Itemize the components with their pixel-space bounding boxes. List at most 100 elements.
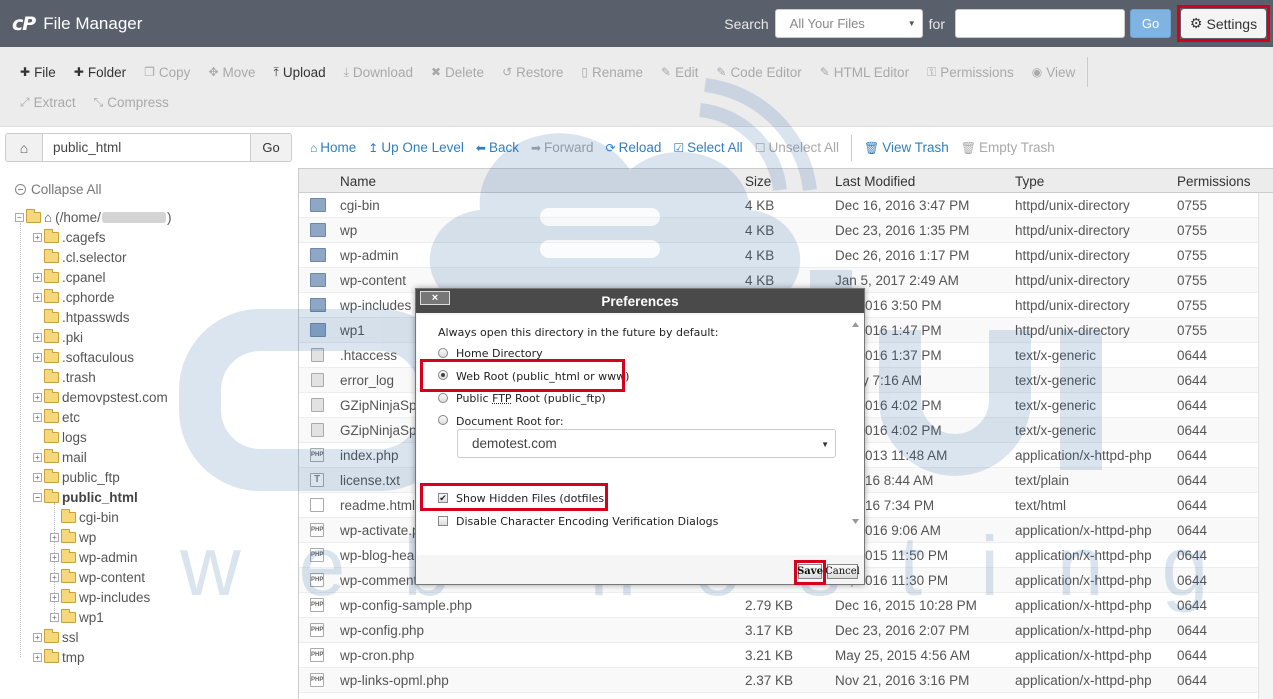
- expand-icon[interactable]: +: [33, 472, 42, 482]
- copy-button[interactable]: ❐ Copy: [144, 65, 190, 80]
- nav-home[interactable]: ⌂ Home: [310, 140, 356, 155]
- radio-public-ftp-root[interactable]: [438, 393, 448, 403]
- html-editor-button[interactable]: ✎ HTML Editor: [820, 65, 909, 80]
- rename-button[interactable]: ▯ Rename: [581, 65, 643, 80]
- table-row[interactable]: wp-admin 4 KB Dec 26, 2016 1:17 PM httpd/un…: [299, 243, 1259, 268]
- tree-item[interactable]: + wp: [50, 527, 96, 547]
- tree-item[interactable]: + public_ftp: [33, 467, 120, 487]
- code-editor-button[interactable]: ✎ Code Editor: [716, 65, 801, 80]
- tree-item[interactable]: + .cagefs: [33, 227, 106, 247]
- save-button[interactable]: Save: [797, 564, 823, 579]
- tree-item[interactable]: logs: [33, 427, 87, 447]
- tree-item[interactable]: + mail: [33, 447, 87, 467]
- web-root-highlight: [420, 359, 625, 392]
- expand-icon[interactable]: +: [33, 452, 42, 462]
- new-file-button[interactable]: ✚ File: [20, 65, 56, 80]
- table-row[interactable]: PHP wp-cron.php 3.21 KB May 25, 2015 4:56 A…: [299, 643, 1259, 668]
- column-header-name[interactable]: Name: [340, 174, 376, 189]
- tree-item[interactable]: .htpasswds: [33, 307, 130, 327]
- dialog-scrollbar[interactable]: [849, 317, 862, 529]
- search-scope-select[interactable]: All Your Files ▼: [774, 9, 923, 38]
- expand-icon[interactable]: +: [33, 632, 42, 642]
- nav-select-all[interactable]: ☑ Select All: [673, 140, 742, 155]
- column-header-type[interactable]: Type: [1015, 174, 1044, 189]
- nav-reload[interactable]: ⟳ Reload: [606, 140, 662, 155]
- table-row[interactable]: cgi-bin 4 KB Dec 16, 2016 3:47 PM httpd/uni…: [299, 193, 1259, 218]
- disable-encoding-checkbox[interactable]: [438, 516, 448, 526]
- nav-unselect-all[interactable]: ☐ Unselect All: [755, 140, 839, 155]
- column-header-permissions[interactable]: Permissions: [1177, 174, 1251, 189]
- tree-item[interactable]: + tmp: [33, 647, 85, 667]
- expand-icon[interactable]: +: [33, 232, 42, 242]
- upload-button[interactable]: ⤒ Upload: [274, 65, 326, 80]
- collapse-icon[interactable]: −: [15, 212, 24, 222]
- tree-item[interactable]: + .softaculous: [33, 347, 134, 367]
- path-input[interactable]: public_html: [43, 133, 251, 162]
- delete-button[interactable]: ✖ Delete: [431, 65, 484, 80]
- radio-home-directory[interactable]: [438, 348, 448, 358]
- table-row[interactable]: PHP wp-links-opml.php 2.37 KB Nov 21, 2016 …: [299, 668, 1259, 693]
- extract-button[interactable]: ⤢ Extract: [20, 95, 76, 110]
- tree-item[interactable]: + ssl: [33, 627, 79, 647]
- tree-item[interactable]: .cl.selector: [33, 247, 127, 267]
- tree-item[interactable]: + demovpstest.com: [33, 387, 168, 407]
- home-directory-button[interactable]: ⌂: [5, 133, 43, 162]
- column-header-size[interactable]: Size: [745, 174, 771, 189]
- table-row[interactable]: PHP wp-config-sample.php 2.79 KB Dec 16, 20…: [299, 593, 1259, 618]
- radio-document-root[interactable]: [438, 415, 448, 425]
- nav-forward[interactable]: ➡ Forward: [531, 140, 594, 155]
- folder-icon: [61, 588, 76, 603]
- tree-item[interactable]: + .cphorde: [33, 287, 115, 307]
- move-button[interactable]: ✥ Move: [208, 65, 255, 80]
- path-go-button[interactable]: Go: [251, 133, 292, 162]
- table-scrollbar[interactable]: [1258, 193, 1273, 699]
- download-button[interactable]: ⤓ Download: [344, 65, 413, 80]
- cancel-button[interactable]: Cancel: [825, 564, 860, 579]
- compress-button[interactable]: ⤡ Compress: [94, 95, 169, 110]
- search-input[interactable]: [955, 9, 1125, 38]
- expand-icon[interactable]: +: [33, 392, 42, 402]
- collapse-all-button[interactable]: Collapse All: [15, 182, 102, 197]
- expand-icon[interactable]: +: [33, 652, 42, 662]
- nav-view-trash[interactable]: 🗑 View Trash: [864, 140, 949, 155]
- tree-item[interactable]: + wp1: [50, 607, 104, 627]
- tree-item[interactable]: + etc: [33, 407, 80, 427]
- expand-icon[interactable]: +: [33, 332, 42, 342]
- tree-item[interactable]: + wp-admin: [50, 547, 138, 567]
- restore-button[interactable]: ↺ Restore: [502, 65, 563, 80]
- search-go-button[interactable]: Go: [1130, 9, 1171, 38]
- tree-item[interactable]: cgi-bin: [50, 507, 119, 527]
- table-row[interactable]: PHP wp-config.php 3.17 KB Dec 23, 2016 2:07…: [299, 618, 1259, 643]
- settings-button[interactable]: ⚙ Settings: [1181, 9, 1266, 38]
- expand-icon[interactable]: +: [50, 572, 59, 582]
- tree-item[interactable]: .trash: [33, 367, 96, 387]
- document-root-select[interactable]: demotest.com ▼: [457, 429, 836, 458]
- tree-item[interactable]: + wp-content: [50, 567, 145, 587]
- permissions-button[interactable]: ⚿ Permissions: [927, 65, 1014, 80]
- expand-icon[interactable]: +: [50, 552, 59, 562]
- column-header-last-modified[interactable]: Last Modified: [835, 174, 915, 189]
- tree-item[interactable]: + wp-includes: [50, 587, 150, 607]
- expand-icon[interactable]: +: [33, 272, 42, 282]
- tree-item-current[interactable]: − public_html: [33, 487, 138, 507]
- nav-up-one-level[interactable]: ↥ Up One Level: [368, 140, 464, 155]
- tree-item[interactable]: + .pki: [33, 327, 83, 347]
- nav-empty-trash[interactable]: 🗑 Empty Trash: [961, 140, 1055, 155]
- tree-root[interactable]: − ⌂ (/home/): [15, 207, 171, 227]
- edit-button[interactable]: ✎ Edit: [661, 65, 698, 80]
- nav-back[interactable]: ⬅ Back: [476, 140, 519, 155]
- tree-item[interactable]: + .cpanel: [33, 267, 106, 287]
- download-label: Download: [352, 64, 413, 80]
- table-row[interactable]: wp 4 KB Dec 23, 2016 1:35 PM httpd/unix-dir…: [299, 218, 1259, 243]
- expand-icon[interactable]: +: [33, 412, 42, 422]
- expand-icon[interactable]: +: [50, 592, 59, 602]
- expand-icon[interactable]: +: [50, 612, 59, 622]
- file-size: 3.17 KB: [745, 623, 794, 638]
- expand-icon[interactable]: +: [33, 352, 42, 362]
- expand-icon[interactable]: +: [33, 292, 42, 302]
- dialog-close-button[interactable]: ×: [420, 291, 450, 305]
- new-folder-button[interactable]: ✚ Folder: [74, 65, 126, 80]
- collapse-icon[interactable]: −: [33, 492, 42, 502]
- view-button[interactable]: ◉ View: [1032, 65, 1076, 80]
- expand-icon[interactable]: +: [50, 532, 59, 542]
